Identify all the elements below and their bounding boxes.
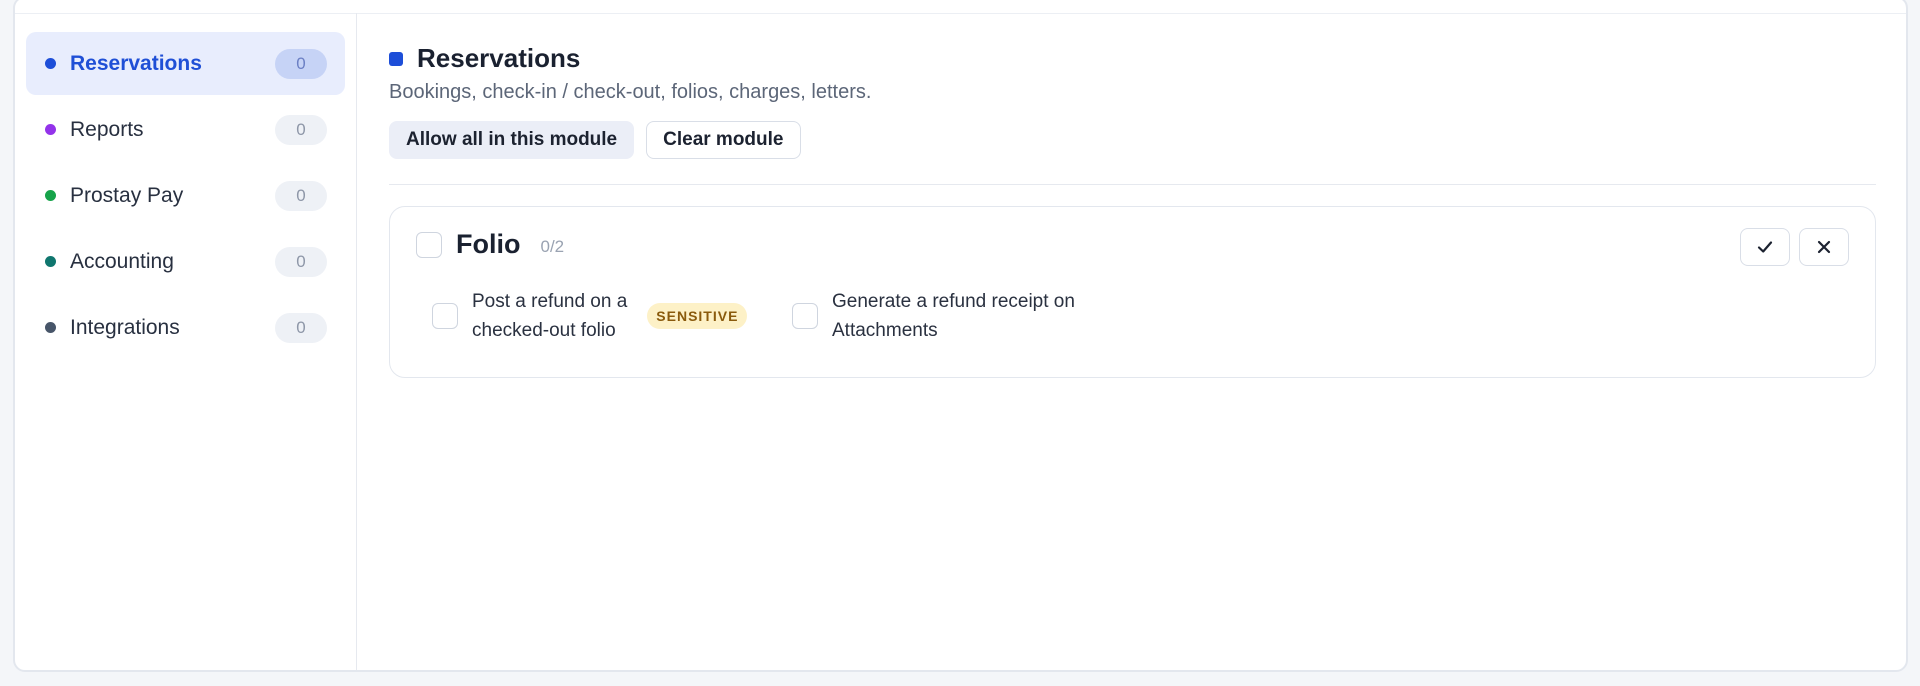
sidebar-item-count: 0 [275,48,327,79]
sidebar-item-label: Integrations [70,315,180,339]
section-divider [389,184,1876,185]
check-icon [1757,241,1773,253]
sidebar-item-label: Prostay Pay [70,183,184,207]
sidebar-item-label: Reservations [70,51,202,75]
permission-label: Generate a refund receipt on Attachments [832,291,1075,341]
module-title: Reservations [417,43,581,73]
permission-item[interactable]: Post a refund on a checked-out folio SEN… [432,287,748,345]
module-header: Reservations [389,43,580,74]
sidebar-item-integrations[interactable]: Integrations 0 [26,296,345,359]
group-header: Folio 0/2 [416,229,564,260]
sidebar-item-count: 0 [275,312,327,343]
clear-module-button[interactable]: Clear module [646,121,801,159]
reservations-dot-icon [45,58,56,69]
permission-item[interactable]: Generate a refund receipt on Attachments [792,287,1075,345]
sidebar-item-count: 0 [275,114,327,145]
sidebar-item-prostay-pay[interactable]: Prostay Pay 0 [26,164,345,227]
permissions-panel: Reservations 0 Reports 0 Prostay Pay 0 A… [13,0,1908,672]
sidebar-item-label: Accounting [70,249,174,273]
sidebar-item-count: 0 [275,246,327,277]
allow-all-module-button[interactable]: Allow all in this module [389,121,635,159]
module-description: Bookings, check-in / check-out, folios, … [389,81,872,103]
sidebar-item-label: Reports [70,117,144,141]
group-count: 0/2 [540,236,565,256]
group-title: Folio [456,229,521,259]
group-tools [1740,228,1849,266]
permission-checkbox[interactable] [792,303,818,329]
permission-label: Post a refund on a checked-out folio [472,291,628,341]
allow-group-button[interactable] [1740,228,1790,266]
module-sidebar: Reservations 0 Reports 0 Prostay Pay 0 A… [15,13,357,670]
permission-checkbox[interactable] [432,303,458,329]
sensitive-badge: SENSITIVE [647,303,748,329]
group-select-checkbox[interactable] [416,231,442,258]
module-actions: Allow all in this module Clear module [389,121,801,159]
clear-group-button[interactable] [1799,228,1849,266]
sidebar-item-accounting[interactable]: Accounting 0 [26,230,345,293]
module-detail: Reservations Bookings, check-in / check-… [389,13,1876,670]
sidebar-item-count: 0 [275,180,327,211]
integrations-dot-icon [45,322,56,333]
accounting-dot-icon [45,256,56,267]
sidebar-item-reservations[interactable]: Reservations 0 [26,32,345,95]
prostay-pay-dot-icon [45,190,56,201]
module-color-icon [389,51,403,66]
sidebar-item-reports[interactable]: Reports 0 [26,98,345,161]
permission-group-folio: Folio 0/2 Post a refund on a checked-out… [389,206,1876,378]
close-icon [1817,240,1831,254]
reports-dot-icon [45,124,56,135]
